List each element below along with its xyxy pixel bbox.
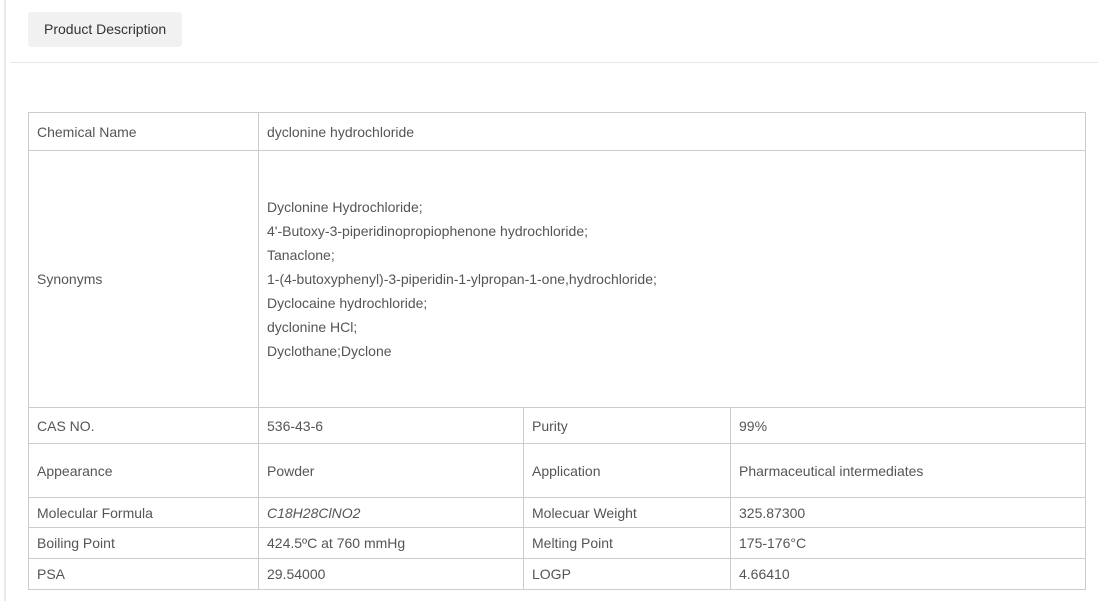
molecular-weight-label: Molecuar Weight bbox=[524, 498, 731, 528]
application-label: Application bbox=[524, 444, 731, 498]
table-row: Synonyms Dyclonine Hydrochloride;4'-Buto… bbox=[29, 151, 1086, 408]
synonyms-list: Dyclonine Hydrochloride;4'-Butoxy-3-pipe… bbox=[259, 151, 1086, 408]
tab-divider bbox=[10, 62, 1098, 63]
molecular-formula-value: C18H28ClNO2 bbox=[259, 498, 524, 528]
melting-point-label: Melting Point bbox=[524, 528, 731, 559]
chemical-name-value: dyclonine hydrochloride bbox=[259, 113, 1086, 151]
purity-value: 99% bbox=[731, 408, 1086, 444]
table-row: Appearance Powder Application Pharmaceut… bbox=[29, 444, 1086, 498]
cas-no-label: CAS NO. bbox=[29, 408, 259, 444]
panel-left-border bbox=[4, 0, 6, 601]
product-description-page: Product Description Chemical Name dyclon… bbox=[0, 0, 1106, 601]
table-row: CAS NO. 536-43-6 Purity 99% bbox=[29, 408, 1086, 444]
molecular-formula-label: Molecular Formula bbox=[29, 498, 259, 528]
purity-label: Purity bbox=[524, 408, 731, 444]
table-row: Chemical Name dyclonine hydrochloride bbox=[29, 113, 1086, 151]
psa-label: PSA bbox=[29, 559, 259, 590]
appearance-label: Appearance bbox=[29, 444, 259, 498]
table-row: Molecular Formula C18H28ClNO2 Molecuar W… bbox=[29, 498, 1086, 528]
boiling-point-label: Boiling Point bbox=[29, 528, 259, 559]
chemical-name-label: Chemical Name bbox=[29, 113, 259, 151]
psa-value: 29.54000 bbox=[259, 559, 524, 590]
synonyms-label: Synonyms bbox=[29, 151, 259, 408]
logp-label: LOGP bbox=[524, 559, 731, 590]
product-description-tab[interactable]: Product Description bbox=[28, 12, 182, 47]
appearance-value: Powder bbox=[259, 444, 524, 498]
application-value: Pharmaceutical intermediates bbox=[731, 444, 1086, 498]
table-row: PSA 29.54000 LOGP 4.66410 bbox=[29, 559, 1086, 590]
melting-point-value: 175-176°C bbox=[731, 528, 1086, 559]
cas-no-value: 536-43-6 bbox=[259, 408, 524, 444]
molecular-weight-value: 325.87300 bbox=[731, 498, 1086, 528]
product-spec-table: Chemical Name dyclonine hydrochloride Sy… bbox=[28, 112, 1086, 590]
logp-value: 4.66410 bbox=[731, 559, 1086, 590]
boiling-point-value: 424.5ºC at 760 mmHg bbox=[259, 528, 524, 559]
table-row: Boiling Point 424.5ºC at 760 mmHg Meltin… bbox=[29, 528, 1086, 559]
